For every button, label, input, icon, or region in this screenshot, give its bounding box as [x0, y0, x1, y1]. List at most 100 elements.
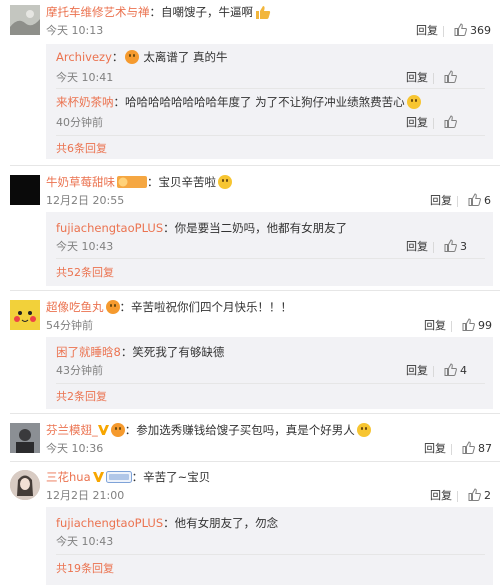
divider	[56, 554, 485, 555]
divider	[433, 73, 434, 84]
reply-button[interactable]: 回复	[430, 192, 452, 210]
comment-username[interactable]: 摩托车维修艺术与禅	[46, 5, 150, 19]
reply-item: fujiachengtaoPLUS：他有女朋友了，勿念 今天 10:43	[56, 515, 493, 548]
reply-username[interactable]: 来杯奶茶呐	[56, 95, 114, 109]
comment-time: 今天 10:36	[46, 442, 104, 455]
divider	[451, 321, 452, 332]
comment-username[interactable]: 三花hua	[46, 470, 91, 484]
more-replies-link[interactable]: 共19条回复	[56, 561, 114, 577]
avatar[interactable]	[10, 423, 40, 453]
reply-text: 笑死我了有够缺德	[132, 345, 225, 359]
reply-text: 你是要当二奶吗，他都有女朋友了	[174, 221, 348, 235]
comment-time: 12月2日 21:00	[46, 489, 125, 502]
divider	[457, 491, 458, 502]
reply-time: 今天 10:41	[56, 71, 114, 84]
divider	[10, 413, 500, 414]
fan-badge	[105, 471, 132, 487]
more-replies-link[interactable]: 共2条回复	[56, 389, 107, 405]
divider	[457, 196, 458, 207]
thumbs-up-icon	[454, 23, 467, 36]
reply-item: fujiachengtaoPLUS：你是要当二奶吗，他都有女朋友了 今天 10:…	[56, 220, 493, 253]
reply-list: fujiachengtaoPLUS：他有女朋友了，勿念 今天 10:43 共19…	[46, 507, 493, 585]
divider	[443, 26, 444, 37]
reply-item: Archivezy： 太离谱了 真的牛 今天 10:41 回复	[56, 49, 493, 84]
divider	[433, 118, 434, 129]
reply-button[interactable]: 回复	[406, 114, 428, 132]
reply-username[interactable]: fujiachengtaoPLUS	[56, 221, 163, 235]
like-button[interactable]	[444, 69, 460, 87]
reply-button[interactable]: 回复	[406, 362, 428, 380]
avatar[interactable]	[10, 175, 40, 205]
comment-text: 辛苦啦祝你们四个月快乐！！！	[131, 300, 292, 314]
like-button[interactable]	[444, 114, 460, 132]
like-button[interactable]: 99	[462, 317, 492, 335]
comment-text: 辛苦了~宝贝	[143, 470, 211, 484]
reply-button[interactable]: 回复	[416, 22, 438, 40]
divider	[56, 258, 485, 259]
reply-item: 来杯奶茶呐：哈哈哈哈哈哈哈哈年度了 为了不让狗仔冲业绩煞费苦心 40分钟前 回复	[56, 94, 493, 129]
reply-text: 他有女朋友了，勿念	[174, 516, 279, 530]
comment-username[interactable]: 芬兰模翅_	[46, 423, 98, 437]
thumbs-up-icon	[444, 239, 457, 252]
like-button[interactable]: 87	[462, 440, 492, 458]
more-replies-link[interactable]: 共6条回复	[56, 141, 107, 157]
divider	[56, 383, 485, 384]
divider	[56, 135, 485, 136]
divider	[451, 444, 452, 455]
like-button[interactable]: 6	[468, 192, 491, 210]
comment-time: 12月2日 20:55	[46, 194, 125, 207]
reply-button[interactable]: 回复	[430, 487, 452, 505]
more-replies-link[interactable]: 共52条回复	[56, 265, 114, 281]
like-count: 6	[484, 194, 491, 207]
reply-username[interactable]: 困了就睡晗8	[56, 345, 121, 359]
thumbs-up-icon	[462, 318, 475, 331]
reply-button[interactable]: 回复	[406, 69, 428, 87]
avatar[interactable]	[10, 470, 40, 500]
like-button[interactable]: 4	[444, 362, 467, 380]
divider	[10, 290, 500, 291]
divider	[433, 366, 434, 377]
comment-text: 参加选秀赚钱给馊子买包吗，真是个好男人	[136, 423, 355, 437]
blush-emoji-icon	[125, 50, 140, 64]
like-count: 369	[470, 24, 491, 37]
thumbs-up-icon	[462, 441, 475, 454]
reply-username[interactable]: fujiachengtaoPLUS	[56, 516, 163, 530]
thumbs-up-icon	[444, 363, 457, 376]
comment-time: 54分钟前	[46, 319, 93, 332]
avatar[interactable]	[10, 5, 40, 35]
avatar[interactable]	[10, 300, 40, 330]
thumbs-up-icon	[468, 193, 481, 206]
like-count: 2	[484, 489, 491, 502]
divider	[10, 165, 500, 166]
thumbs-up-icon	[468, 488, 481, 501]
reply-button[interactable]: 回复	[406, 238, 428, 256]
like-count: 87	[478, 442, 492, 455]
shy-emoji-icon	[356, 423, 371, 437]
divider	[433, 242, 434, 253]
reply-list: fujiachengtaoPLUS：你是要当二奶吗，他都有女朋友了 今天 10:…	[46, 212, 493, 286]
reply-time: 今天 10:43	[56, 535, 114, 548]
thumbs-up-icon	[444, 115, 457, 128]
divider	[56, 88, 485, 89]
reply-time: 40分钟前	[56, 116, 103, 129]
comment-username[interactable]: 牛奶草莓甜味	[46, 175, 115, 189]
like-button[interactable]: 2	[468, 487, 491, 505]
comment-username[interactable]: 超像吃鱼丸	[46, 300, 104, 314]
like-count: 99	[478, 319, 492, 332]
like-button[interactable]: 369	[454, 22, 491, 40]
divider	[10, 461, 500, 462]
blush-emoji-icon	[105, 300, 120, 314]
reply-button[interactable]: 回复	[424, 440, 446, 458]
reply-list: Archivezy： 太离谱了 真的牛 今天 10:41 回复 来杯奶茶呐：哈哈哈…	[46, 44, 493, 159]
reply-time: 43分钟前	[56, 364, 103, 377]
comment-text: 宝贝辛苦啦	[158, 175, 217, 189]
reply-list: 困了就睡晗8：笑死我了有够缺德 43分钟前 回复 4 共2条回复	[46, 337, 493, 409]
verified-v-icon	[92, 470, 104, 486]
reply-button[interactable]: 回复	[424, 317, 446, 335]
reply-text: 太离谱了 真的牛	[143, 50, 228, 64]
like-button[interactable]: 3	[444, 238, 467, 256]
verified-v-icon	[97, 423, 109, 439]
thumbs-up-emoji-icon	[253, 5, 271, 19]
reply-username[interactable]: Archivezy	[56, 50, 112, 64]
reply-text: 哈哈哈哈哈哈哈哈年度了 为了不让狗仔冲业绩煞费苦心	[125, 95, 405, 109]
